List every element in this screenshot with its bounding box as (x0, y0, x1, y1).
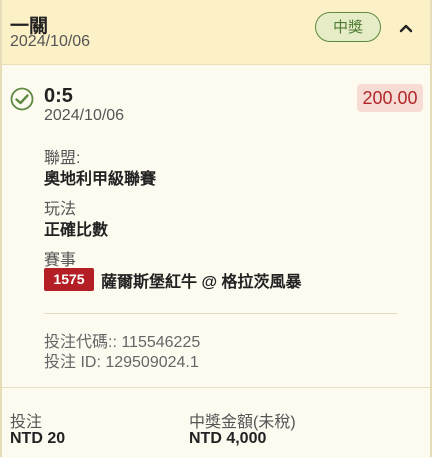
league-value: 奧地利甲級聯賽 (44, 171, 157, 188)
divider (44, 313, 397, 314)
bet-summary-footer: 投注 NTD 20 中獎金額(未稅) NTD 4,000 (2, 387, 430, 458)
event-number-badge: 1575 (44, 268, 94, 291)
stake-label: 投注 (10, 414, 43, 431)
bet-odds-amount: 200.00 (357, 84, 423, 112)
payout-label: 中獎金額(未稅) (189, 414, 296, 431)
header-date: 2024/10/06 (10, 33, 91, 50)
check-circle-icon (10, 87, 34, 111)
bet-selection-score: 0:5 (44, 85, 73, 107)
stake-value: NTD 20 (10, 430, 66, 447)
bet-card-header[interactable]: 一關 2024/10/06 中獎 (2, 0, 430, 65)
payout-value: NTD 4,000 (189, 430, 267, 447)
bet-id: 投注 ID: 129509024.1 (44, 354, 199, 371)
event-name: 薩爾斯堡紅牛 @ 格拉茨風暴 (101, 274, 302, 291)
event-label: 賽事 (44, 252, 77, 269)
bet-card: 一關 2024/10/06 中獎 0:5 200.00 2024/10/06 聯… (0, 0, 432, 458)
bet-detail: 0:5 200.00 2024/10/06 聯盟: 奧地利甲級聯賽 玩法 正確比… (2, 65, 430, 388)
bet-date: 2024/10/06 (44, 107, 125, 124)
status-badge: 中獎 (315, 12, 381, 42)
play-value: 正確比數 (44, 222, 109, 239)
chevron-up-icon[interactable] (395, 17, 417, 39)
